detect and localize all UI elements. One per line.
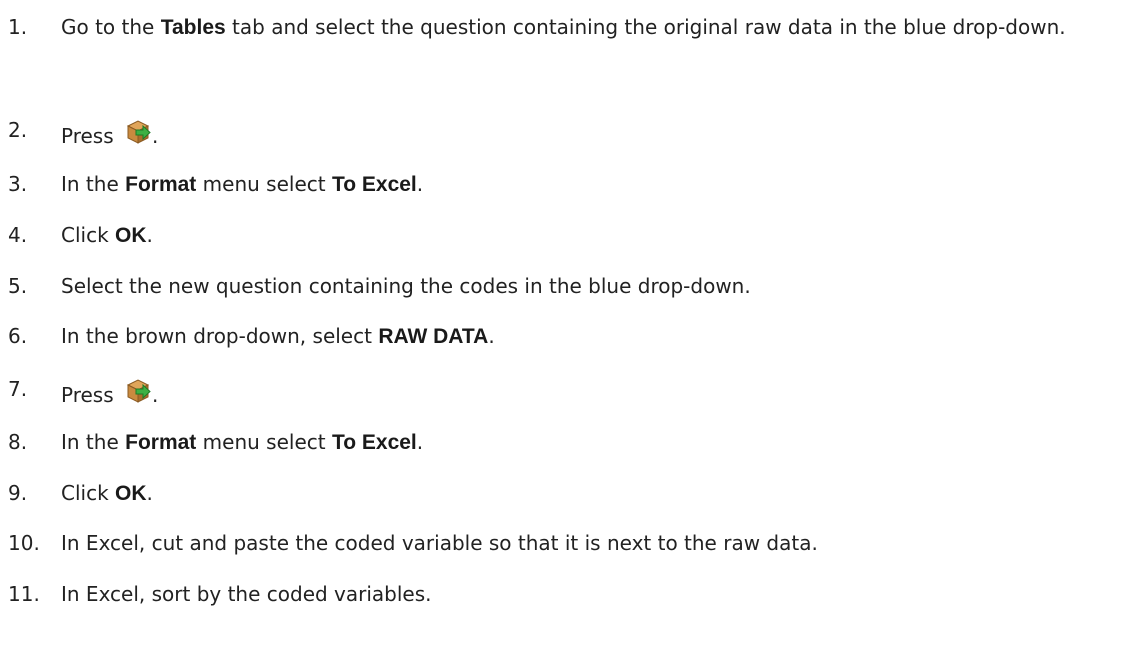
tab-name: Tables [160,16,226,39]
menu-option: To Excel [331,173,417,196]
step-number: 9. [8,481,28,505]
step-text: Select the new question containing the c… [61,274,751,298]
step-text: In Excel, cut and paste the coded variab… [61,531,818,555]
step-2: 2. Press . [0,117,1128,157]
button-name: OK [115,482,147,505]
step-text: Press . [61,376,1114,408]
menu-name: Format [125,173,197,196]
dropdown-option: RAW DATA [378,325,489,348]
menu-option: To Excel [331,431,417,454]
step-7: 7. Press . [0,376,1128,416]
step-1: 1. Go to the Tables tab and select the q… [0,14,1128,78]
step-text: Click OK. [61,481,153,505]
step-4: 4. Click OK. [0,222,1128,262]
step-5: 5. Select the new question containing th… [0,273,1128,313]
step-3: 3. In the Format menu select To Excel. [0,171,1128,211]
step-9: 9. Click OK. [0,480,1128,520]
step-10: 10. In Excel, cut and paste the coded va… [0,530,1128,570]
step-number: 6. [8,324,28,348]
step-text: Go to the Tables tab and select the ques… [61,15,1066,39]
menu-name: Format [125,431,197,454]
step-text: Press . [61,117,1114,149]
step-8: 8. In the Format menu select To Excel. [0,429,1128,469]
step-text: In the Format menu select To Excel. [61,172,424,196]
step-number: 3. [8,172,28,196]
step-number: 8. [8,430,28,454]
export-box-icon [124,376,152,404]
step-11: 11. In Excel, sort by the coded variable… [0,581,1128,621]
step-number: 11. [8,582,40,606]
step-text: In the brown drop-down, select RAW DATA. [61,324,495,348]
step-text: In the Format menu select To Excel. [61,430,424,454]
step-number: 4. [8,223,28,247]
button-name: OK [115,224,147,247]
step-number: 5. [8,274,28,298]
export-box-icon [124,117,152,145]
step-text: Click OK. [61,223,153,247]
step-text: In Excel, sort by the coded variables. [61,582,432,606]
step-number: 7. [8,377,28,401]
step-number: 1. [8,15,28,39]
step-number: 2. [8,118,28,142]
step-6: 6. In the brown drop-down, select RAW DA… [0,323,1128,363]
step-number: 10. [8,531,40,555]
